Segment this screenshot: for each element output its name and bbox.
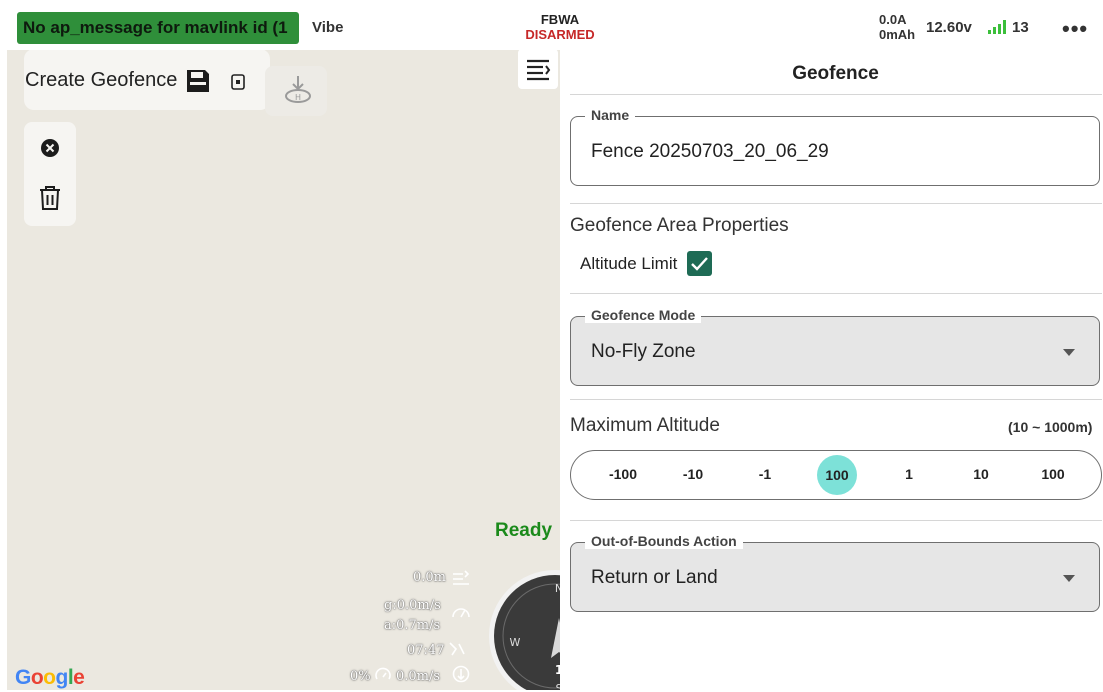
max-altitude-label: Maximum Altitude (570, 415, 720, 436)
vertical-speed-icon (452, 665, 470, 683)
top-status-bar: No ap_message for mavlink id (1 Vibe FBW… (0, 0, 1103, 50)
divider (570, 399, 1102, 400)
compass-west: W (510, 636, 521, 649)
ground-speed-readout: g:0.0m/s (384, 598, 441, 613)
step-minus-100-button[interactable]: -100 (593, 451, 653, 498)
altitude-stepper: -100 -10 -1 100 1 10 100 (570, 450, 1102, 500)
satellite-count: 13 (1012, 19, 1029, 36)
divider (570, 293, 1102, 294)
collapse-menu-icon (527, 59, 551, 81)
flight-time-readout: 07:47 (407, 643, 445, 658)
panel-title: Geofence (792, 63, 879, 84)
vehicle-name[interactable]: Vibe (312, 19, 343, 36)
chevron-down-icon (1063, 575, 1075, 582)
svg-text:H: H (295, 93, 301, 102)
name-field-value[interactable]: Fence 20250703_20_06_29 (591, 141, 829, 163)
voltage-label: 12.60v (926, 19, 972, 36)
altitude-limit-label: Altitude Limit (580, 254, 678, 273)
current-label: 0.0A (879, 12, 907, 27)
step-minus-1-button[interactable]: -1 (735, 451, 795, 498)
chevron-down-icon (1063, 349, 1075, 356)
out-of-bounds-action-label: Out-of-Bounds Action (585, 533, 743, 549)
google-logo: Google (15, 666, 85, 689)
more-horizontal-icon[interactable]: ••• (1062, 16, 1088, 42)
create-geofence-title: Create Geofence (25, 69, 178, 91)
geofence-panel: Geofence Name Fence 20250703_20_06_29 Ge… (560, 50, 1103, 692)
name-field-label: Name (585, 107, 636, 123)
speedometer-icon (452, 608, 470, 618)
altitude-limit-checkbox[interactable] (687, 251, 712, 276)
air-speed-readout: a:0.7m/s (384, 618, 441, 633)
flight-mode-indicator[interactable]: FBWA DISARMED (505, 12, 615, 42)
arm-state-label: DISARMED (525, 27, 595, 42)
out-of-bounds-action-value: Return or Land (591, 567, 718, 588)
throttle-icon (375, 667, 391, 680)
geofence-mode-label: Geofence Mode (585, 307, 702, 323)
save-icon[interactable] (185, 68, 211, 94)
flight-mode-label: FBWA (540, 12, 580, 27)
battery-current-readout: 0.0A 0mAh (879, 12, 915, 42)
step-plus-10-button[interactable]: 10 (951, 451, 1011, 498)
current-altitude-value: 100 (817, 455, 857, 495)
status-message[interactable]: No ap_message for mavlink id (1 (17, 12, 299, 44)
throttle-readout: 0% (350, 669, 371, 684)
file-icon[interactable] (231, 74, 245, 90)
step-plus-1-button[interactable]: 1 (879, 451, 939, 498)
out-of-bounds-action-select[interactable]: Out-of-Bounds Action Return or Land (570, 533, 1100, 612)
consumed-label: 0mAh (879, 27, 916, 42)
name-field[interactable]: Name Fence 20250703_20_06_29 (570, 107, 1100, 186)
divider (570, 520, 1102, 521)
checkmark-icon (691, 257, 708, 271)
divider (570, 94, 1102, 95)
signal-strength-icon (988, 20, 1006, 34)
map-view[interactable]: Create Geofence H Ready 0.0m g:0.0m/s a:… (7, 50, 560, 690)
divider (570, 203, 1102, 204)
panel-toggle-button[interactable] (518, 49, 558, 89)
ready-status: Ready (495, 520, 553, 541)
flight-path-icon (449, 642, 465, 656)
step-minus-10-button[interactable]: -10 (663, 451, 723, 498)
compass-gauge: N S W 1 (489, 570, 560, 690)
trash-icon[interactable] (38, 185, 62, 211)
max-altitude-range: (10 ~ 1000m) (1008, 419, 1093, 435)
geofence-mode-value: No-Fly Zone (591, 341, 696, 362)
clear-icon[interactable] (40, 138, 60, 158)
altitude-readout: 0.0m (413, 570, 447, 585)
upload-fence-icon[interactable]: H (281, 72, 315, 106)
geofence-mode-select[interactable]: Geofence Mode No-Fly Zone (570, 307, 1100, 386)
step-plus-100-button[interactable]: 100 (1023, 451, 1083, 498)
altitude-icon (453, 570, 470, 585)
vertical-speed-readout: 0.0m/s (396, 669, 441, 684)
area-properties-heading: Geofence Area Properties (570, 215, 789, 236)
